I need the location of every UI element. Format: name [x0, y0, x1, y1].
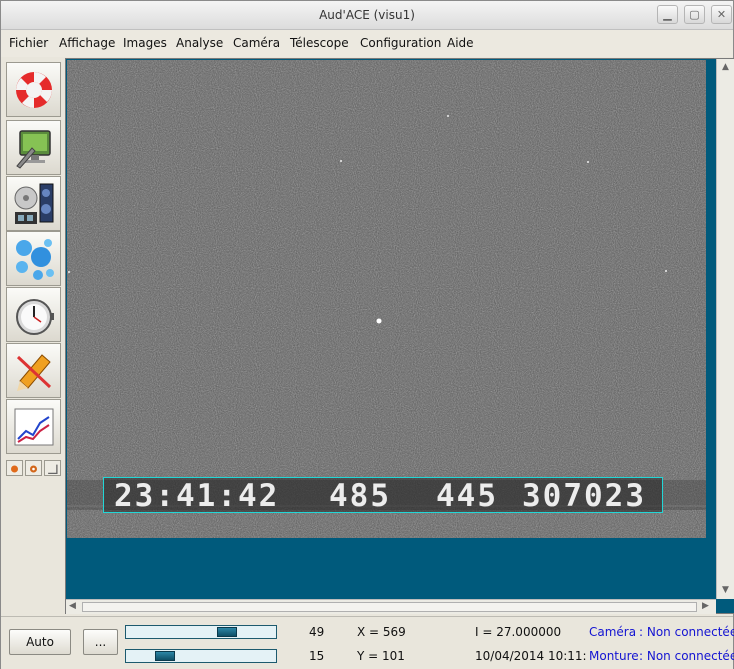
menu-configuration[interactable]: Configuration — [360, 36, 441, 50]
menu-fichier[interactable]: Fichier — [9, 36, 48, 50]
minimize-button[interactable]: ▁ — [657, 5, 678, 24]
mini-star-button[interactable] — [6, 460, 23, 476]
x-coordinate: X = 569 — [357, 625, 406, 639]
title-bar: Aud'ACE (visu1) ▁ ▢ ✕ — [1, 1, 733, 30]
overlay-field2: 445 — [436, 478, 498, 514]
menu-camera[interactable]: Caméra — [233, 36, 280, 50]
low-threshold-slider[interactable] — [125, 649, 277, 663]
intensity-value: I = 27.000000 — [475, 625, 562, 639]
left-toolbar — [4, 59, 63, 616]
tool-settings-button[interactable] — [6, 120, 61, 175]
high-threshold-slider[interactable] — [125, 625, 277, 639]
tool-graph-button[interactable] — [6, 399, 61, 454]
tool-timer-button[interactable] — [6, 287, 61, 342]
lifebuoy-icon — [16, 72, 52, 108]
image-viewport[interactable]: 23:41:42 485 445 307023 ▲ ▼ ◀ ▶ — [65, 58, 734, 614]
y-coordinate: Y = 101 — [357, 649, 405, 663]
scroll-up-icon[interactable]: ▲ — [722, 62, 729, 72]
overlay-field3: 307023 — [522, 478, 646, 514]
auto-button[interactable]: Auto — [9, 629, 71, 655]
graph-icon — [14, 408, 54, 446]
minimize-icon: ▁ — [663, 8, 672, 21]
datetime-value: 10/04/2014 10:11:15 — [475, 649, 587, 663]
close-button[interactable]: ✕ — [711, 5, 732, 24]
low-threshold-thumb[interactable] — [155, 651, 175, 661]
menu-images[interactable]: Images — [123, 36, 167, 50]
camera-status: : Non connectée — [639, 625, 734, 639]
overlay-time: 23:41:42 — [114, 478, 280, 514]
maximize-icon: ▢ — [689, 8, 700, 21]
menu-telescope[interactable]: Télescope — [290, 36, 349, 50]
window-title: Aud'ACE (visu1) — [319, 8, 415, 22]
menu-aide[interactable]: Aide — [447, 36, 474, 50]
mini-resize-button[interactable] — [44, 460, 61, 476]
star-spot — [376, 318, 382, 324]
monitor-wrench-icon — [16, 130, 51, 169]
more-button[interactable]: ... — [83, 629, 118, 655]
mount-label[interactable]: Monture — [589, 649, 639, 663]
high-threshold-thumb[interactable] — [217, 627, 237, 637]
mini-resize-icon — [48, 464, 58, 475]
camera-label[interactable]: Caméra — [589, 625, 636, 639]
noise-image — [67, 60, 706, 538]
pencil-icon — [16, 354, 52, 391]
menu-analyse[interactable]: Analyse — [176, 36, 223, 50]
mini-gear-icon — [30, 465, 37, 473]
scroll-thumb[interactable] — [82, 602, 697, 612]
overlay-field1: 485 — [329, 478, 391, 514]
bubbles-icon — [16, 239, 54, 280]
tool-bubbles-button[interactable] — [6, 231, 61, 286]
timestamp-overlay: 23:41:42 485 445 307023 — [103, 477, 663, 514]
app-window: Aud'ACE (visu1) ▁ ▢ ✕ Fichier Affichage … — [0, 0, 734, 669]
close-icon: ✕ — [716, 8, 727, 21]
menu-bar: Fichier Affichage Images Analyse Caméra … — [1, 30, 733, 57]
scroll-left-icon[interactable]: ◀ — [69, 601, 76, 611]
stopwatch-icon — [16, 299, 54, 335]
scroll-down-icon[interactable]: ▼ — [722, 585, 729, 595]
high-threshold-value: 49 — [309, 625, 325, 639]
tool-help-button[interactable] — [6, 62, 61, 117]
low-threshold-value: 15 — [309, 649, 325, 663]
mini-gear-button[interactable] — [25, 460, 42, 476]
mini-star-icon — [11, 465, 18, 473]
mount-status: : Non connectée — [639, 649, 734, 663]
menu-affichage[interactable]: Affichage — [59, 36, 115, 50]
horizontal-scrollbar[interactable]: ◀ ▶ — [66, 599, 716, 614]
tool-edit-button[interactable] — [6, 343, 61, 398]
speaker-film-icon — [14, 183, 54, 224]
status-bar: Auto ... 49 15 X = 569 Y = 101 I = 27.00… — [1, 616, 734, 669]
scroll-right-icon[interactable]: ▶ — [702, 601, 709, 611]
camera-image[interactable]: 23:41:42 485 445 307023 — [67, 60, 706, 538]
tool-media-button[interactable] — [6, 176, 61, 231]
maximize-button[interactable]: ▢ — [684, 5, 705, 24]
vertical-scrollbar[interactable]: ▲ ▼ — [716, 59, 734, 599]
